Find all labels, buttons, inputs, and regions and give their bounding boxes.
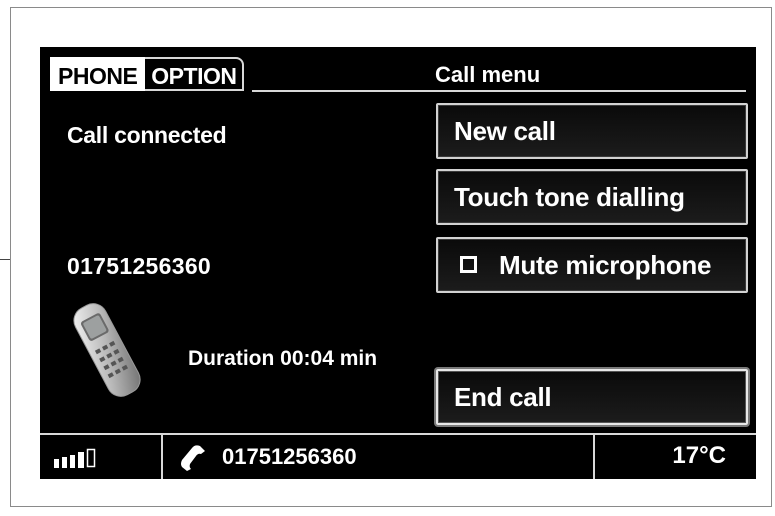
end-call-button[interactable]: End call [436, 369, 748, 425]
new-call-button[interactable]: New call [436, 103, 748, 159]
caller-number: 01751256360 [67, 253, 212, 279]
mute-checkbox[interactable] [460, 255, 477, 273]
signal-strength-icon [54, 448, 96, 468]
infotainment-screen: PHONE OPTION Call menu Call connected 01… [40, 47, 756, 479]
phone-handset-icon [181, 445, 205, 471]
temperature-display: 17°C [672, 442, 726, 469]
call-status-label: Call connected [67, 122, 227, 148]
tab-bar: PHONE OPTION [50, 57, 245, 91]
tab-underline [252, 90, 746, 92]
status-separator [593, 435, 595, 479]
touch-tone-dialling-button[interactable]: Touch tone dialling [436, 169, 748, 225]
call-duration: Duration 00:04 min [188, 347, 378, 370]
tab-phone[interactable]: PHONE [50, 57, 146, 91]
status-bar: 01751256360 17°C [40, 433, 756, 479]
mute-microphone-label: Mute microphone [499, 250, 712, 280]
status-separator [161, 435, 163, 479]
call-menu-title: Call menu [435, 62, 541, 87]
tab-option[interactable]: OPTION [145, 57, 245, 91]
mobile-phone-image [73, 303, 141, 397]
mute-microphone-button[interactable]: Mute microphone [436, 237, 748, 293]
status-bar-number: 01751256360 [222, 444, 357, 469]
